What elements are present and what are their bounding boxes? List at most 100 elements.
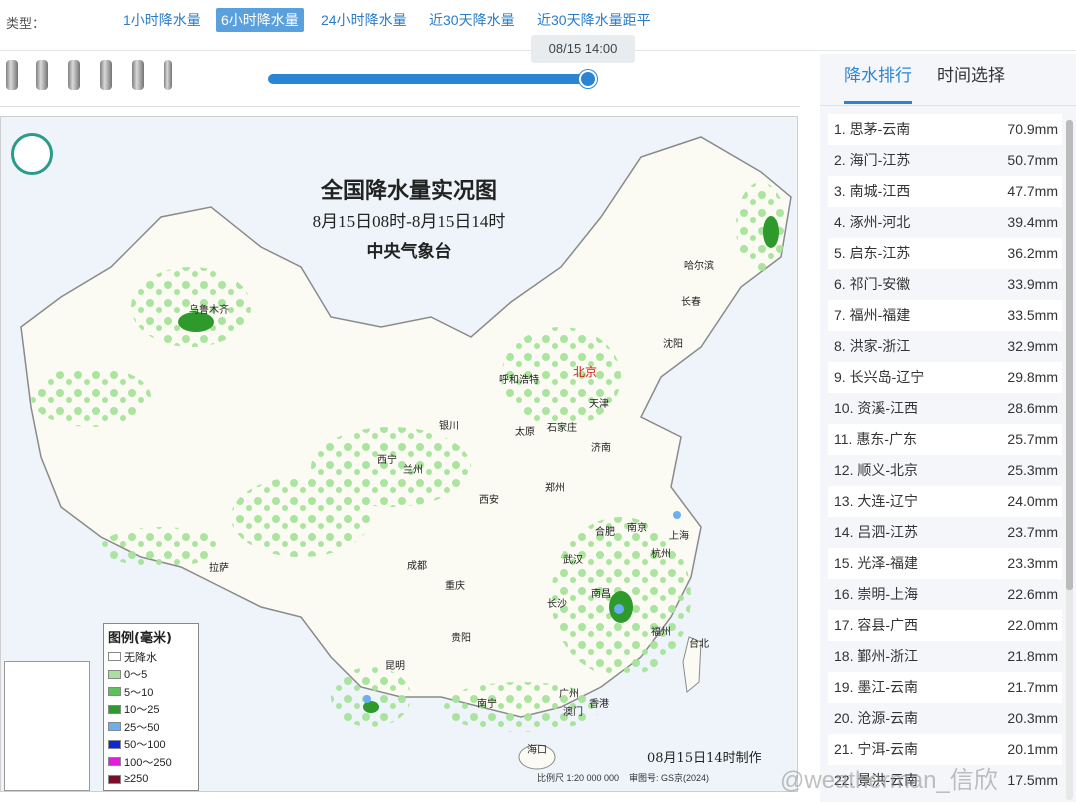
- ranking-row[interactable]: 18. 鄞州-浙江 21.8mm: [828, 641, 1062, 672]
- map-title: 全国降水量实况图: [320, 178, 497, 204]
- tab-30d-anomaly[interactable]: 近30天降水量距平: [532, 8, 656, 32]
- map-subtitle: 8月15日08时-8月15日14时: [312, 212, 506, 231]
- slider-handle[interactable]: [579, 70, 597, 88]
- legend-item: 0～5: [108, 666, 194, 684]
- ranking-row[interactable]: 20. 沧源-云南 20.3mm: [828, 703, 1062, 734]
- city-label: 乌鲁木齐: [189, 305, 229, 316]
- legend-title: 图例(毫米): [108, 631, 172, 646]
- city-label: 武汉: [563, 555, 583, 566]
- ranking-scrollbar[interactable]: [1066, 120, 1073, 800]
- ranking-row[interactable]: 6. 祁门-安徽 33.9mm: [828, 269, 1062, 300]
- legend-item: 50～100: [108, 736, 194, 754]
- city-label: 澳门: [563, 707, 583, 718]
- ranking-row[interactable]: 4. 涿州-河北 39.4mm: [828, 207, 1062, 238]
- tab-30d-precipitation[interactable]: 近30天降水量: [424, 8, 520, 32]
- rainfall-value: 21.7mm: [1007, 679, 1058, 695]
- station-name: 2. 海门-江苏: [834, 152, 911, 168]
- ranking-panel: 降水排行 时间选择 1. 思茅-云南 70.9mm 2. 海门-江苏 50.7mm …: [820, 54, 1076, 802]
- rainfall-value: 50.7mm: [1007, 152, 1058, 168]
- rainfall-value: 25.3mm: [1007, 462, 1058, 478]
- station-name: 5. 启东-江苏: [834, 245, 911, 261]
- city-label: 北京: [573, 365, 598, 379]
- rainfall-value: 21.8mm: [1007, 648, 1058, 664]
- city-label: 天津: [589, 399, 609, 410]
- station-name: 13. 大连-辽宁: [834, 493, 919, 509]
- rainfall-value: 25.7mm: [1007, 431, 1058, 447]
- frame-thumbnail[interactable]: [132, 60, 144, 90]
- station-name: 12. 顺义-北京: [834, 462, 919, 478]
- rainfall-value: 23.3mm: [1007, 555, 1058, 571]
- rainfall-value: 20.1mm: [1007, 741, 1058, 757]
- cma-logo: [11, 133, 53, 175]
- map-review-number: 审图号: GS京(2024): [629, 773, 710, 783]
- tab-1h-precipitation[interactable]: 1小时降水量: [118, 8, 206, 32]
- station-name: 11. 惠东-广东: [834, 431, 917, 447]
- tab-24h-precipitation[interactable]: 24小时降水量: [316, 8, 412, 32]
- tab-time-select[interactable]: 时间选择: [937, 64, 1005, 104]
- legend-swatch: [108, 687, 121, 697]
- city-label: 石家庄: [547, 423, 577, 434]
- timeline-divider: [0, 106, 800, 107]
- ranking-row[interactable]: 19. 墨江-云南 21.7mm: [828, 672, 1062, 703]
- city-label: 呼和浩特: [499, 375, 539, 386]
- legend-label: 无降水: [124, 651, 157, 664]
- rainfall-value: 17.5mm: [1007, 772, 1058, 788]
- city-label: 长春: [681, 297, 701, 308]
- map-made-time: 08月15日14时制作: [647, 751, 762, 766]
- city-label: 成都: [407, 561, 427, 572]
- city-label: 重庆: [445, 581, 465, 592]
- ranking-row[interactable]: 7. 福州-福建 33.5mm: [828, 300, 1062, 331]
- map-legend: 图例(毫米) 无降水 0～5 5～10 10～25 25～50 50～100 1…: [103, 623, 199, 791]
- ranking-row[interactable]: 12. 顺义-北京 25.3mm: [828, 455, 1062, 486]
- precipitation-map: 全国降水量实况图 8月15日08时-8月15日14时 中央气象台 北京 乌鲁木齐…: [0, 116, 798, 792]
- ranking-tabs: 降水排行 时间选择: [820, 54, 1076, 106]
- frame-thumbnail[interactable]: [68, 60, 80, 90]
- frame-thumbnail[interactable]: [36, 60, 48, 90]
- station-name: 6. 祁门-安徽: [834, 276, 911, 292]
- city-label: 福州: [651, 627, 671, 638]
- ranking-row[interactable]: 5. 启东-江苏 36.2mm: [828, 238, 1062, 269]
- city-label: 香港: [589, 699, 609, 710]
- legend-label: 100～250: [124, 756, 172, 769]
- type-label: 类型：: [6, 16, 46, 31]
- ranking-row[interactable]: 14. 吕泗-江苏 23.7mm: [828, 517, 1062, 548]
- ranking-list: 1. 思茅-云南 70.9mm 2. 海门-江苏 50.7mm 3. 南城-江西 47…: [828, 114, 1062, 796]
- tab-precipitation-ranking[interactable]: 降水排行: [844, 64, 912, 104]
- weibo-watermark: @weatherman_信欣: [780, 767, 998, 794]
- ranking-row[interactable]: 2. 海门-江苏 50.7mm: [828, 145, 1062, 176]
- ranking-row[interactable]: 16. 崇明-上海 22.6mm: [828, 579, 1062, 610]
- legend-label: 10～25: [124, 704, 160, 717]
- rainfall-value: 33.5mm: [1007, 307, 1058, 323]
- tab-6h-precipitation[interactable]: 6小时降水量: [216, 8, 304, 32]
- frame-thumbnail[interactable]: [6, 60, 18, 90]
- ranking-row[interactable]: 1. 思茅-云南 70.9mm: [828, 114, 1062, 145]
- ranking-row[interactable]: 17. 容县-广西 22.0mm: [828, 610, 1062, 641]
- city-label: 西宁: [377, 455, 397, 466]
- city-label: 西安: [479, 495, 499, 506]
- ranking-row[interactable]: 3. 南城-江西 47.7mm: [828, 176, 1062, 207]
- scrollbar-thumb[interactable]: [1066, 120, 1073, 590]
- legend-swatch: [108, 704, 121, 714]
- rainfall-value: 70.9mm: [1007, 121, 1058, 137]
- station-name: 16. 崇明-上海: [834, 586, 919, 602]
- ranking-row[interactable]: 9. 长兴岛-辽宁 29.8mm: [828, 362, 1062, 393]
- legend-item: ≥250: [108, 771, 194, 789]
- rainfall-value: 20.3mm: [1007, 710, 1058, 726]
- city-label: 长沙: [547, 599, 567, 610]
- ranking-row[interactable]: 13. 大连-辽宁 24.0mm: [828, 486, 1062, 517]
- map-issuer: 中央气象台: [366, 242, 452, 262]
- city-label: 南宁: [477, 699, 497, 710]
- rainfall-value: 24.0mm: [1007, 493, 1058, 509]
- ranking-row[interactable]: 15. 光泽-福建 23.3mm: [828, 548, 1062, 579]
- ranking-row[interactable]: 8. 洪家-浙江 32.9mm: [828, 331, 1062, 362]
- frame-thumbnail[interactable]: [100, 60, 112, 90]
- city-label: 太原: [515, 427, 535, 438]
- city-label: 郑州: [545, 483, 565, 494]
- ranking-row[interactable]: 10. 资溪-江西 28.6mm: [828, 393, 1062, 424]
- ranking-row[interactable]: 11. 惠东-广东 25.7mm: [828, 424, 1062, 455]
- legend-swatch: [108, 669, 121, 679]
- time-slider[interactable]: [268, 70, 597, 88]
- station-name: 14. 吕泗-江苏: [834, 524, 919, 540]
- station-name: 15. 光泽-福建: [834, 555, 919, 571]
- frame-thumbnail[interactable]: [164, 60, 172, 90]
